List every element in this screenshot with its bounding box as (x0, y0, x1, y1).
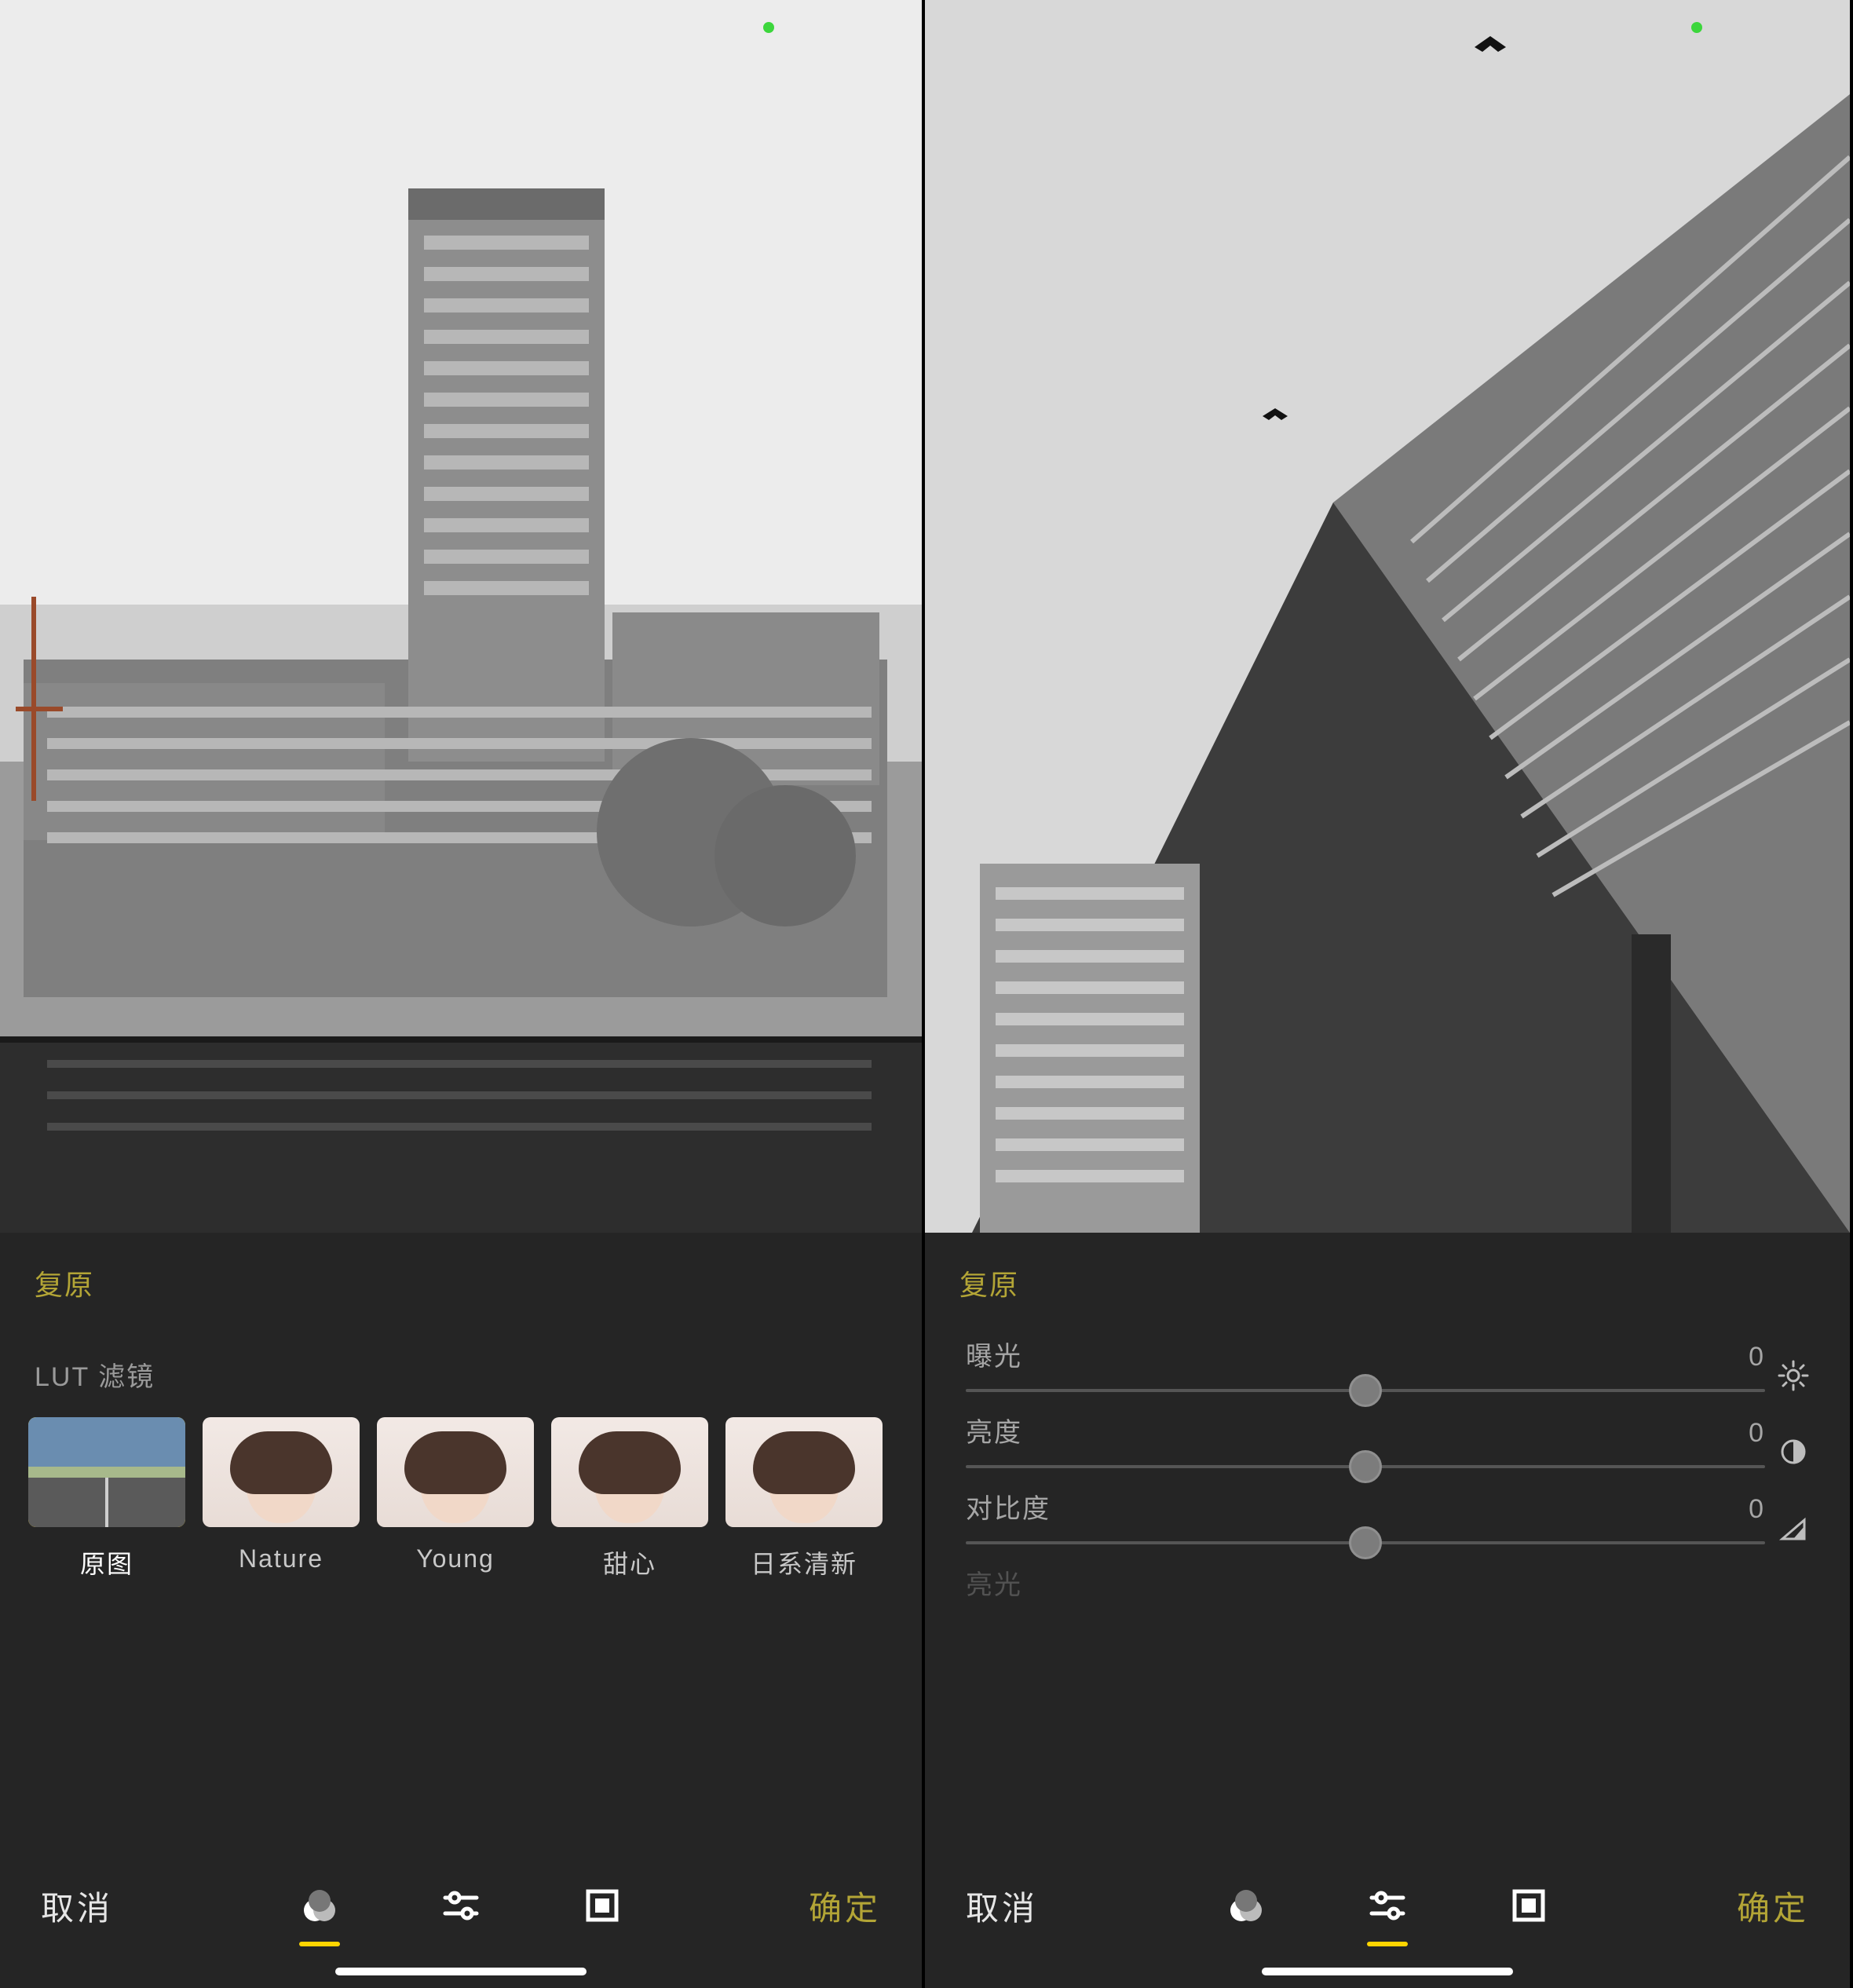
slider-name: 对比度 (966, 1487, 1051, 1526)
filters-section-title: LUT 滤镜 (0, 1327, 922, 1417)
sun-icon (1778, 1360, 1809, 1395)
home-indicator (335, 1968, 587, 1975)
editor-pane-right: 复原 曝光0 亮度0 对比度0 亮光 取消 (925, 0, 1850, 1988)
slider-0: 曝光0 (966, 1335, 1809, 1392)
slider-name: 曝光 (966, 1335, 1022, 1373)
slider-name: 亮光 (966, 1563, 1022, 1602)
frame-icon (1511, 1888, 1546, 1923)
reset-button[interactable]: 复原 (959, 1269, 1019, 1301)
tab-frame[interactable] (1505, 1882, 1552, 1929)
filter-label: Nature (239, 1544, 323, 1573)
filter-thumb[interactable] (203, 1417, 360, 1527)
filter-item-1[interactable]: Nature (203, 1417, 360, 1581)
adjust-sliders: 曝光0 亮度0 对比度0 亮光 (925, 1327, 1850, 1602)
slider-1: 亮度0 (966, 1411, 1809, 1468)
slider-track[interactable] (966, 1541, 1765, 1544)
slider-3: 亮光 (966, 1563, 1809, 1602)
tab-adjust[interactable] (437, 1882, 484, 1929)
recording-indicator-dot (763, 22, 774, 33)
sliders-icon (1367, 1885, 1408, 1926)
filters-icon (1226, 1885, 1266, 1926)
cancel-button[interactable]: 取消 (41, 1882, 113, 1930)
slider-name: 亮度 (966, 1411, 1022, 1449)
slider-knob[interactable] (1349, 1526, 1382, 1559)
filter-thumb[interactable] (725, 1417, 883, 1527)
sliders-icon (440, 1885, 481, 1926)
editor-pane-left: 复原 LUT 滤镜 原图 Nature Young 甜心 日系清新 取消 (0, 0, 925, 1988)
circle-half-icon (1778, 1436, 1809, 1471)
recording-indicator-dot (1691, 22, 1702, 33)
slider-2: 对比度0 (966, 1487, 1809, 1544)
filter-label: 日系清新 (751, 1544, 857, 1581)
filter-label: 甜心 (603, 1544, 656, 1581)
filters-strip[interactable]: 原图 Nature Young 甜心 日系清新 (0, 1417, 922, 1581)
slider-knob[interactable] (1349, 1374, 1382, 1407)
filter-label: 原图 (80, 1544, 133, 1581)
filter-item-3[interactable]: 甜心 (551, 1417, 708, 1581)
editor-panel: 复原 曝光0 亮度0 对比度0 亮光 取消 (925, 1233, 1850, 1988)
tab-frame[interactable] (579, 1882, 626, 1929)
photo-placeholder-illustration (925, 0, 1850, 1233)
photo-placeholder-illustration (0, 0, 922, 1233)
filter-thumb[interactable] (551, 1417, 708, 1527)
photo-preview[interactable] (0, 0, 922, 1233)
tab-filters[interactable] (296, 1882, 343, 1929)
filter-item-4[interactable]: 日系清新 (725, 1417, 883, 1581)
tool-tabs (296, 1882, 626, 1929)
tab-adjust[interactable] (1364, 1882, 1411, 1929)
editor-panel: 复原 LUT 滤镜 原图 Nature Young 甜心 日系清新 取消 (0, 1233, 922, 1988)
filter-thumb[interactable] (377, 1417, 534, 1527)
filter-label: Young (416, 1544, 495, 1573)
confirm-button[interactable]: 确定 (809, 1882, 881, 1930)
confirm-button[interactable]: 确定 (1737, 1882, 1809, 1930)
bottom-bar: 取消 (925, 1823, 1850, 1988)
filter-item-2[interactable]: Young (377, 1417, 534, 1581)
home-indicator (1262, 1968, 1513, 1975)
filter-thumb[interactable] (28, 1417, 185, 1527)
bottom-bar: 取消 (0, 1823, 922, 1988)
tab-filters[interactable] (1223, 1882, 1270, 1929)
tool-tabs (1223, 1882, 1552, 1929)
photo-preview[interactable] (925, 0, 1850, 1233)
slider-track[interactable] (966, 1389, 1765, 1392)
cancel-button[interactable]: 取消 (966, 1882, 1038, 1930)
filter-item-0[interactable]: 原图 (28, 1417, 185, 1581)
frame-icon (585, 1888, 619, 1923)
reset-button[interactable]: 复原 (35, 1269, 94, 1301)
slider-knob[interactable] (1349, 1450, 1382, 1483)
filters-icon (299, 1885, 340, 1926)
triangle-icon (1778, 1512, 1809, 1548)
slider-track[interactable] (966, 1465, 1765, 1468)
